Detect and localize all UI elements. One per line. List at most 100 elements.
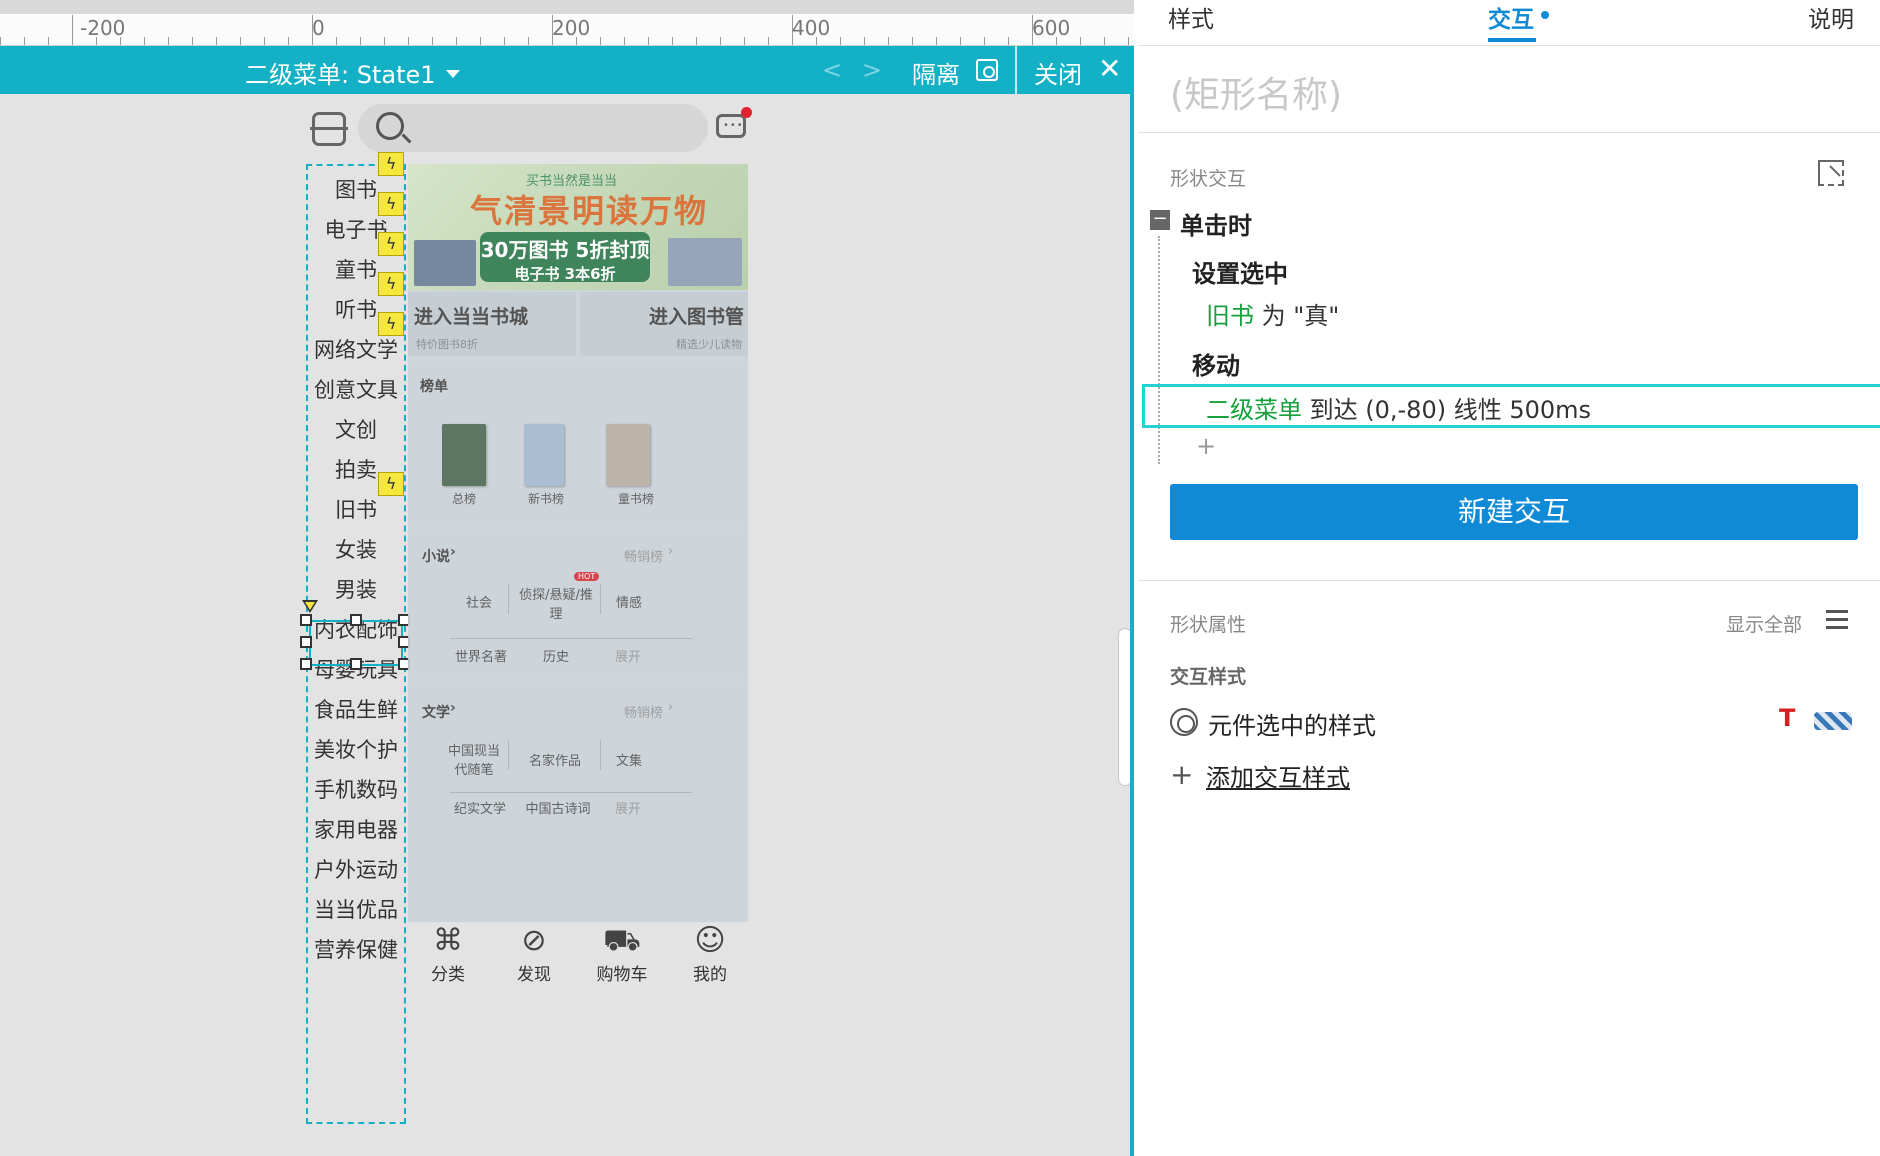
- genre-link[interactable]: 纪实文学: [448, 798, 512, 817]
- category-item[interactable]: 当当优品: [308, 894, 404, 924]
- search-bar[interactable]: [358, 104, 708, 152]
- action-set-selected-detail[interactable]: 旧书 为 "真": [1206, 296, 1339, 331]
- novel-title[interactable]: 小说: [422, 546, 450, 566]
- category-item[interactable]: 旧书: [308, 494, 404, 524]
- isolate-icon[interactable]: [976, 59, 998, 81]
- resize-handle[interactable]: [350, 614, 362, 626]
- category-item[interactable]: 食品生鲜: [308, 694, 404, 724]
- state-selector[interactable]: 二级菜单: State1: [245, 55, 460, 90]
- text-style-icon[interactable]: T: [1779, 704, 1795, 732]
- plus-icon[interactable]: +: [1170, 758, 1193, 791]
- category-item[interactable]: 男装: [308, 574, 404, 604]
- category-item[interactable]: 营养保健: [308, 934, 404, 964]
- genre-link[interactable]: 侦探/悬疑/推理: [516, 584, 596, 622]
- search-icon[interactable]: [376, 112, 404, 140]
- ruler-label: 600: [1032, 16, 1071, 40]
- action-move-detail[interactable]: 二级菜单 到达 (0,-80) 线性 500ms: [1206, 390, 1591, 425]
- resize-handle[interactable]: [300, 658, 312, 670]
- ruler-tick: [264, 37, 265, 45]
- isolate-button[interactable]: 隔离: [912, 55, 960, 90]
- secondary-menu-panel[interactable]: 图书 电子书 童书 听书 网络文学 创意文具 文创 拍卖 旧书 女装 男装 内衣配饰 母婴玩具 食品生鲜美…: [300, 152, 410, 1124]
- tab-style[interactable]: 样式: [1168, 0, 1214, 34]
- category-item[interactable]: 美妆个护: [308, 734, 404, 764]
- close-button[interactable]: 关闭: [1034, 55, 1082, 90]
- genre-link[interactable]: 中国现当代随笔: [442, 740, 506, 778]
- resize-handle[interactable]: [350, 658, 362, 670]
- selected-style-item[interactable]: 元件选中的样式: [1208, 706, 1376, 741]
- add-interaction-style-link[interactable]: 添加交互样式: [1206, 758, 1350, 793]
- book-cover[interactable]: [606, 424, 650, 486]
- action-move[interactable]: 移动: [1192, 346, 1240, 381]
- book-cover[interactable]: [524, 424, 564, 486]
- show-all-link[interactable]: 显示全部: [1726, 610, 1802, 637]
- bestseller-link[interactable]: 畅销榜: [624, 702, 663, 721]
- select-target-icon[interactable]: [1818, 160, 1844, 186]
- new-interaction-button[interactable]: 新建交互: [1170, 484, 1858, 540]
- tab-category[interactable]: ⌘ 分类: [408, 922, 488, 985]
- category-item[interactable]: 女装: [308, 534, 404, 564]
- rank-label[interactable]: 新书榜: [528, 490, 564, 507]
- scan-icon[interactable]: [310, 112, 348, 146]
- event-on-click[interactable]: 单击时: [1180, 206, 1252, 241]
- genre-link[interactable]: 情感: [604, 592, 654, 611]
- category-item[interactable]: 手机数码: [308, 774, 404, 804]
- menu-icon[interactable]: [1826, 610, 1848, 630]
- prev-state-button[interactable]: <: [822, 56, 842, 84]
- interaction-lightning-icon[interactable]: ϟ: [378, 152, 404, 176]
- tab-interaction[interactable]: 交互: [1488, 0, 1534, 34]
- genre-link[interactable]: 社会: [454, 592, 504, 611]
- expand-link[interactable]: 展开: [608, 646, 648, 665]
- add-action-button[interactable]: +: [1196, 432, 1216, 460]
- anchor-pin-icon[interactable]: [302, 600, 318, 613]
- rank-label[interactable]: 童书榜: [618, 490, 654, 507]
- tab-discover[interactable]: ⊘ 发现: [494, 922, 574, 985]
- genre-link[interactable]: 名家作品: [524, 750, 586, 769]
- next-state-button[interactable]: >: [862, 56, 882, 84]
- genre-link[interactable]: 历史: [528, 646, 584, 665]
- category-item[interactable]: 网络文学: [308, 334, 404, 364]
- ruler-label: 200: [552, 16, 591, 40]
- category-item[interactable]: 家用电器: [308, 814, 404, 844]
- book-cover[interactable]: [442, 424, 486, 486]
- message-icon[interactable]: •••: [716, 107, 752, 138]
- resize-handle[interactable]: [300, 614, 312, 626]
- panel-splitter[interactable]: [1130, 46, 1134, 1156]
- literature-title[interactable]: 文学: [422, 702, 450, 722]
- entry-bookstore[interactable]: 进入当当书城 特价图书8折: [408, 292, 576, 356]
- interaction-lightning-icon[interactable]: ϟ: [378, 472, 404, 496]
- ruler-tick: [840, 37, 841, 45]
- genre-link[interactable]: 中国古诗词: [522, 798, 594, 817]
- genre-link[interactable]: 世界名著: [448, 646, 514, 665]
- tab-cart[interactable]: ⛟ 购物车: [582, 922, 662, 985]
- close-icon[interactable]: ✕: [1098, 52, 1121, 85]
- ruler-tick: [648, 37, 649, 45]
- tab-me[interactable]: ☺ 我的: [670, 922, 750, 985]
- tab-notes[interactable]: 说明: [1808, 0, 1854, 34]
- interaction-lightning-icon[interactable]: ϟ: [378, 312, 404, 336]
- ruler-top-strip: [0, 0, 1134, 14]
- expand-link[interactable]: 展开: [608, 798, 648, 817]
- bestseller-link[interactable]: 畅销榜: [624, 546, 663, 565]
- fill-style-icon[interactable]: [1814, 712, 1852, 730]
- rank-label[interactable]: 总榜: [452, 490, 476, 507]
- ruler-tick: [528, 37, 529, 45]
- interaction-lightning-icon[interactable]: ϟ: [378, 232, 404, 256]
- category-item[interactable]: 文创: [308, 414, 404, 444]
- shape-name-input[interactable]: (矩形名称): [1170, 66, 1342, 118]
- promo-banner[interactable]: 买书当然是当当 气清景明读万物 30万图书 5折封顶 电子书 3本6折: [408, 164, 748, 290]
- canvas-workspace[interactable]: -200 0 200 400 600 二级菜单: State1 < > 隔离 关…: [0, 0, 1134, 1156]
- interaction-lightning-icon[interactable]: ϟ: [378, 192, 404, 216]
- interaction-lightning-icon[interactable]: ϟ: [378, 272, 404, 296]
- notification-dot: [741, 107, 752, 118]
- entry-library[interactable]: 进入图书管 精选少儿读物: [580, 292, 748, 356]
- collapse-toggle[interactable]: −: [1150, 210, 1170, 230]
- resize-handle[interactable]: [300, 636, 312, 648]
- action-set-selected[interactable]: 设置选中: [1192, 254, 1288, 289]
- category-item[interactable]: 户外运动: [308, 854, 404, 884]
- genre-link[interactable]: 文集: [604, 750, 654, 769]
- category-item[interactable]: 创意文具: [308, 374, 404, 404]
- user-icon: ☺: [694, 923, 726, 958]
- target-widget: 二级菜单: [1206, 396, 1302, 424]
- rank-title: 榜单: [420, 379, 448, 395]
- ruler-label: 0: [312, 16, 325, 40]
